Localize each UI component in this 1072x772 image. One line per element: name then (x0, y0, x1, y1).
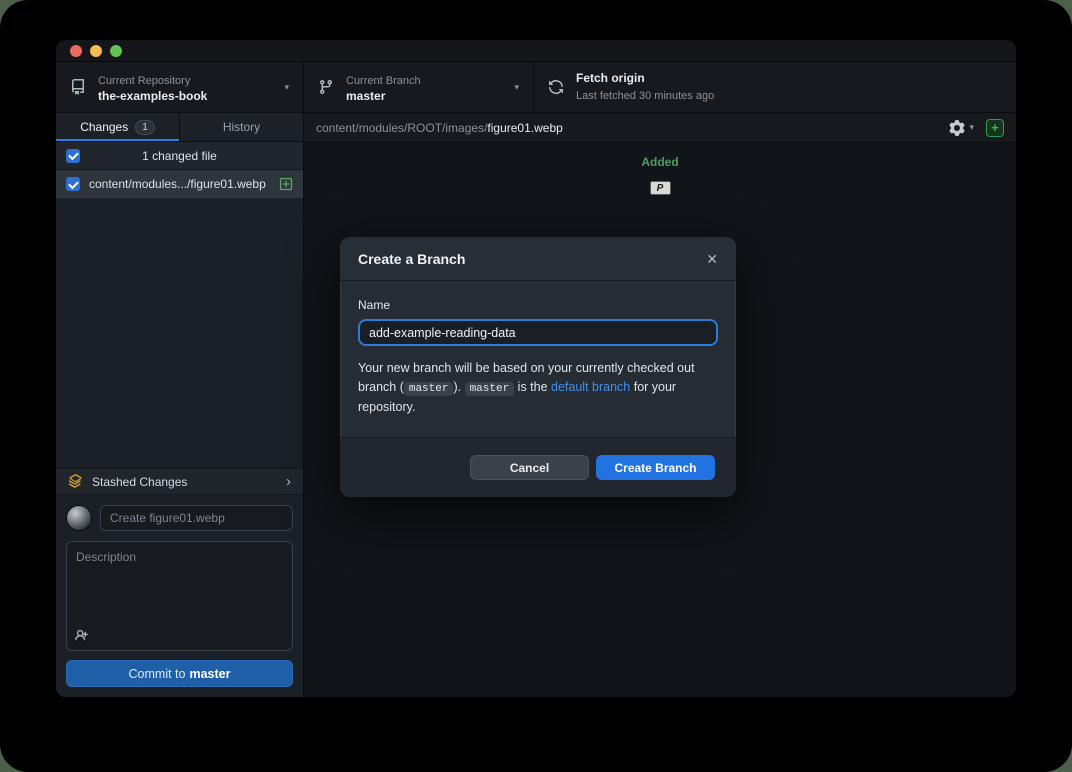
tab-changes[interactable]: Changes 1 (56, 113, 179, 141)
diff-file-path: content/modules/ROOT/images/figure01.web… (316, 121, 949, 135)
zoom-window-button[interactable] (110, 45, 122, 57)
select-all-checkbox[interactable] (66, 149, 80, 163)
add-coauthor-icon[interactable] (75, 628, 90, 643)
dialog-description: Your new branch will be based on your cu… (358, 359, 718, 418)
changed-file-row[interactable]: content/modules.../figure01.webp (56, 170, 303, 198)
current-repository-value: the-examples-book (98, 89, 278, 104)
file-checkbox[interactable] (66, 177, 80, 191)
diff-header: content/modules/ROOT/images/figure01.web… (304, 113, 1016, 143)
commit-description-input[interactable] (66, 541, 293, 651)
fetch-origin-button[interactable]: Fetch origin Last fetched 30 minutes ago (534, 62, 1016, 112)
changes-count-badge: 1 (135, 120, 155, 135)
file-name: content/modules.../figure01.webp (89, 177, 279, 191)
sidebar: Changes 1 History 1 changed file content… (56, 113, 304, 697)
commit-form: Commit to master (56, 495, 303, 697)
close-icon[interactable]: ✕ (706, 252, 718, 266)
chevron-down-icon: ▾ (969, 122, 974, 133)
stash-icon (68, 474, 83, 489)
commit-button-prefix: Commit to (129, 667, 186, 681)
changed-files-summary-row: 1 changed file (56, 142, 303, 170)
diff-status-label: Added (641, 155, 678, 169)
chevron-down-icon: ▾ (284, 82, 289, 93)
current-branch-value: master (346, 89, 508, 104)
git-branch-icon (318, 79, 334, 95)
dialog-footer: Cancel Create Branch (340, 437, 736, 497)
current-repository-label: Current Repository (98, 75, 190, 87)
current-branch-dropdown[interactable]: Current Branch master ▾ (304, 62, 534, 112)
description-part3: is the (514, 380, 551, 394)
diff-image-thumbnail: P (650, 181, 671, 195)
sync-icon (548, 79, 564, 95)
create-branch-dialog: Create a Branch ✕ Name Your new branch w… (340, 237, 736, 497)
default-branch-link[interactable]: default branch (551, 380, 630, 394)
stashed-changes-row[interactable]: Stashed Changes › (56, 468, 303, 495)
changed-files-summary: 1 changed file (56, 149, 303, 163)
diff-path-dir: content/modules/ROOT/images/ (316, 121, 487, 135)
tab-history-label: History (223, 120, 260, 134)
inline-code-master: master (465, 382, 515, 396)
current-branch-label: Current Branch (346, 75, 421, 87)
tab-changes-label: Changes (80, 120, 128, 134)
toolbar: Current Repository the-examples-book ▾ C… (56, 62, 1016, 113)
dialog-title: Create a Branch (358, 251, 706, 267)
fetch-origin-sublabel: Last fetched 30 minutes ago (576, 90, 714, 102)
minimize-window-button[interactable] (90, 45, 102, 57)
chevron-right-icon: › (286, 474, 291, 489)
commit-button-branch: master (189, 667, 230, 681)
user-avatar (66, 505, 92, 531)
branch-name-input[interactable] (358, 319, 718, 346)
commit-button[interactable]: Commit to master (66, 660, 293, 687)
repo-icon (70, 79, 86, 95)
file-added-status-icon (279, 177, 293, 191)
current-repository-dropdown[interactable]: Current Repository the-examples-book ▾ (56, 62, 304, 112)
desktop-backdrop: Current Repository the-examples-book ▾ C… (0, 0, 1072, 772)
close-window-button[interactable] (70, 45, 82, 57)
gear-icon (949, 120, 965, 136)
dialog-header: Create a Branch ✕ (340, 237, 736, 281)
create-branch-button[interactable]: Create Branch (596, 455, 715, 480)
dialog-body: Name Your new branch will be based on yo… (340, 281, 736, 418)
chevron-down-icon: ▾ (514, 82, 519, 93)
cancel-button[interactable]: Cancel (470, 455, 589, 480)
fetch-origin-label: Fetch origin (576, 71, 1002, 86)
tab-history[interactable]: History (179, 113, 303, 141)
file-added-indicator-icon: + (986, 119, 1004, 137)
commit-summary-input[interactable] (100, 505, 293, 531)
stashed-changes-label: Stashed Changes (92, 475, 286, 489)
sidebar-tabs: Changes 1 History (56, 113, 303, 142)
inline-code-master: master (404, 382, 454, 396)
diff-path-filename: figure01.webp (487, 121, 562, 135)
file-list-empty-area (56, 198, 303, 468)
branch-name-label: Name (358, 298, 718, 312)
app-window: Current Repository the-examples-book ▾ C… (56, 40, 1016, 697)
diff-options-button[interactable]: ▾ (949, 120, 974, 136)
description-part2: ). (453, 380, 464, 394)
title-bar (56, 40, 1016, 62)
